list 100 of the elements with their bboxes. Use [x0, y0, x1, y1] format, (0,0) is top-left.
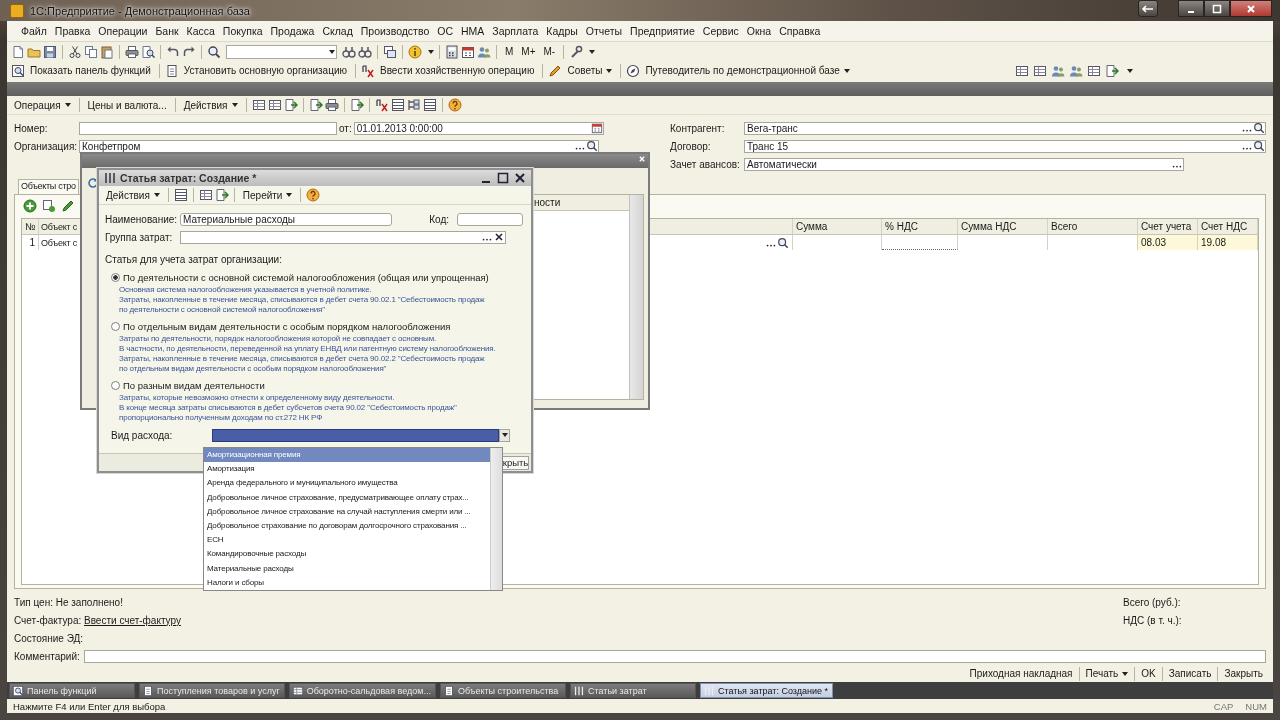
menu-item[interactable]: Файл — [17, 25, 51, 37]
radio-button[interactable] — [111, 322, 120, 331]
search-icon[interactable] — [777, 236, 789, 249]
column-header[interactable]: Счет учета — [1138, 219, 1198, 234]
menu-item[interactable]: Покупка — [218, 25, 267, 37]
document-arrow-icon[interactable] — [308, 98, 323, 112]
list-item[interactable]: Командировочные расходы — [204, 547, 490, 562]
toolbar-button[interactable]: Перейти — [239, 187, 296, 203]
info-icon[interactable] — [408, 44, 422, 59]
undo-arrow-icon[interactable] — [166, 44, 180, 59]
column-header[interactable]: № — [22, 219, 39, 234]
search-icon[interactable] — [207, 44, 221, 59]
window-tab[interactable]: Оборотно-сальдовая ведом... — [288, 683, 436, 698]
printer-icon[interactable] — [324, 98, 339, 112]
document-arrow-icon[interactable] — [349, 98, 364, 112]
command-button[interactable]: Ввести хозяйственную операцию — [376, 62, 538, 79]
comment-field[interactable] — [84, 649, 1266, 663]
caret-icon[interactable] — [501, 433, 508, 437]
list-icon[interactable] — [173, 188, 188, 202]
menu-item[interactable]: Правка — [50, 25, 95, 37]
menu-item[interactable]: Отчеты — [581, 25, 627, 37]
memory-button[interactable]: M- — [540, 46, 559, 57]
menu-item[interactable]: Окна — [742, 25, 776, 37]
option-label[interactable]: По разным видам деятельности — [123, 380, 265, 391]
pencil-icon[interactable] — [548, 63, 563, 78]
menu-item[interactable]: ОС — [433, 25, 457, 37]
menu-item[interactable]: НМА — [457, 25, 489, 37]
users-icon[interactable] — [477, 44, 491, 59]
calendar-icon[interactable] — [590, 122, 603, 134]
table-icon[interactable] — [1087, 63, 1101, 78]
debit-credit-icon[interactable] — [374, 98, 389, 112]
command-button[interactable]: Показать панель функций — [27, 62, 154, 79]
memory-button[interactable]: M+ — [518, 46, 539, 57]
column-header[interactable]: Сумма НДС — [958, 219, 1048, 234]
menu-item[interactable]: Кадры — [542, 25, 582, 37]
form-button[interactable]: Закрыть — [1221, 665, 1266, 682]
search-icon[interactable] — [586, 140, 598, 152]
form-button[interactable]: Печать — [1082, 665, 1132, 682]
list-item[interactable]: Налоги и сборы — [204, 575, 490, 590]
caret-icon[interactable] — [64, 103, 71, 107]
toolbar-button[interactable]: Действия — [180, 97, 241, 113]
menu-item[interactable]: Склад — [318, 25, 357, 37]
counterparty-field[interactable]: Вега-транс — [744, 121, 1266, 135]
list-item[interactable]: Добровольное личное страхование, предусматривающее оплату страх... — [204, 490, 490, 505]
option-label[interactable]: По деятельности с основной системой налогообложения (общая или упрощенная) — [123, 272, 489, 283]
caret-icon[interactable] — [153, 193, 160, 197]
window-tab[interactable]: Статья затрат: Создание * — [699, 683, 834, 698]
command-button[interactable]: Установить основную организацию — [180, 62, 350, 79]
form-button[interactable]: Приходная накладная — [966, 665, 1076, 682]
list-item[interactable]: ЕСН — [204, 533, 490, 548]
toolbar-button[interactable]: Операция — [11, 97, 74, 113]
menu-item[interactable]: Касса — [182, 25, 219, 37]
table-icon[interactable] — [291, 684, 304, 697]
menu-item[interactable]: Предприятие — [626, 25, 699, 37]
name-field[interactable]: Материальные расходы — [180, 212, 392, 226]
list-item[interactable]: Добровольное личное страхование на случай наступления смерти или ... — [204, 504, 490, 519]
menu-item[interactable]: Операции — [94, 25, 152, 37]
copy-icon[interactable] — [84, 44, 98, 59]
caret-icon[interactable] — [606, 68, 613, 73]
document-arrow-icon[interactable] — [214, 188, 229, 202]
close-button[interactable]: крыть — [502, 455, 529, 470]
add-icon[interactable] — [23, 199, 37, 213]
column-header[interactable]: % НДС — [882, 219, 958, 234]
menu-item[interactable]: Банк — [151, 25, 183, 37]
help-icon[interactable] — [447, 98, 462, 112]
search-icon[interactable] — [1253, 122, 1265, 134]
scrollbar[interactable] — [629, 195, 643, 399]
calculator-icon[interactable] — [445, 44, 459, 59]
column-header[interactable]: Сумма — [793, 219, 882, 234]
list-item[interactable]: Добровольное страхование по договорам долгосрочного страхования ... — [204, 518, 490, 534]
search-icon[interactable] — [1253, 140, 1265, 152]
organization-field[interactable]: Конфетпром — [79, 139, 599, 153]
advance-offset-field[interactable]: Автоматически — [744, 157, 1184, 171]
redo-arrow-icon[interactable] — [182, 44, 196, 59]
new-document-icon[interactable] — [11, 44, 25, 59]
caret-icon[interactable] — [1127, 68, 1133, 73]
scrollbar[interactable] — [490, 448, 502, 590]
column-header[interactable]: Счет НДС — [1198, 219, 1258, 234]
compass-icon[interactable] — [626, 63, 641, 78]
table-icon[interactable] — [198, 188, 213, 202]
magnifier-page-icon[interactable] — [12, 684, 24, 697]
option-label[interactable]: По отдельным видам деятельности с особым порядком налогообложения — [123, 321, 451, 332]
number-field[interactable] — [79, 121, 337, 135]
window-tab[interactable]: Статьи затрат — [569, 683, 696, 698]
table-icon[interactable] — [1015, 63, 1029, 78]
minimize-button[interactable] — [1178, 0, 1204, 17]
radio-button[interactable] — [111, 273, 120, 282]
expense-type-field[interactable] — [212, 428, 499, 442]
wrench-icon[interactable] — [569, 44, 584, 59]
date-field[interactable]: 01.01.2013 0:00:00 — [353, 121, 604, 135]
caret-icon[interactable] — [329, 49, 335, 54]
document-arrow-icon[interactable] — [283, 98, 298, 112]
form-button[interactable]: OK — [1138, 665, 1159, 682]
calendar-icon[interactable] — [461, 44, 475, 59]
window-tab[interactable]: Объекты строительства — [439, 683, 566, 698]
document-icon[interactable] — [142, 684, 154, 697]
list-item[interactable]: Аренда федерального и муниципального имущества — [204, 476, 490, 491]
toolbar-button[interactable]: Цены и валюта... — [84, 97, 170, 113]
cost-group-field[interactable] — [180, 230, 506, 244]
list-item[interactable]: Материальные расходы — [204, 561, 490, 576]
